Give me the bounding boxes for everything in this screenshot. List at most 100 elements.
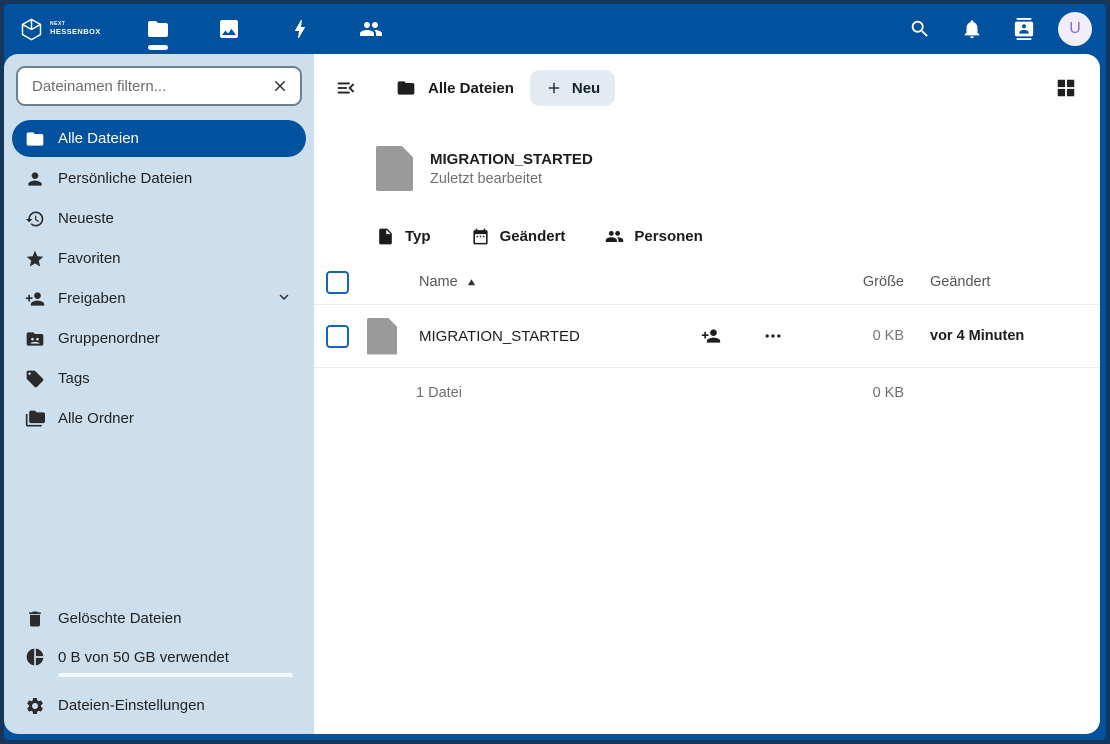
grid-view-toggle-button[interactable] [1046, 68, 1086, 108]
recent-file-card[interactable]: MIGRATION_STARTED Zuletzt bearbeitet [376, 146, 1100, 191]
contacts-book-icon [1013, 18, 1035, 40]
table-header-row: Name Größe Geändert [314, 260, 1100, 305]
grid-view-icon [1055, 77, 1077, 99]
files-icon [146, 17, 170, 41]
sidebar-item-neueste[interactable]: Neueste [12, 200, 306, 237]
sidebar-item-label: Freigaben [58, 290, 126, 307]
pie-chart-icon [25, 647, 45, 667]
history-icon [25, 209, 45, 229]
total-size: 0 KB [834, 385, 904, 401]
sort-ascending-icon [466, 277, 477, 288]
filter-chip-label: Personen [634, 228, 702, 245]
hessenbox-logo[interactable]: NEXT HESSENBOX [4, 16, 132, 43]
close-icon [271, 77, 289, 95]
file-icon [376, 146, 413, 191]
folder-icon [396, 78, 416, 98]
search-button[interactable] [902, 11, 938, 47]
sidebar-item-alle-dateien[interactable]: Alle Dateien [12, 120, 306, 157]
recent-file-subtitle: Zuletzt bearbeitet [430, 171, 593, 187]
person-icon [25, 169, 45, 189]
cube-logo-icon [18, 16, 45, 43]
storage-quota[interactable]: 0 B von 50 GB verwendet [12, 640, 306, 684]
contacts-menu-button[interactable] [1006, 11, 1042, 47]
sidebar-item-geloeschte-dateien[interactable]: Gelöschte Dateien [12, 600, 306, 637]
sidebar-item-tags[interactable]: Tags [12, 360, 306, 397]
size-column-header[interactable]: Größe [834, 274, 904, 290]
new-button[interactable]: Neu [530, 70, 615, 106]
files-app-button[interactable] [136, 4, 180, 54]
filter-chip-label: Geändert [500, 228, 566, 245]
new-button-label: Neu [572, 80, 600, 97]
sidebar-item-freigaben[interactable]: Freigaben [12, 280, 306, 317]
breadcrumb[interactable]: Alle Dateien [396, 78, 514, 98]
app-window: NEXT HESSENBOX [4, 4, 1106, 740]
sidebar-item-label: Tags [58, 370, 90, 387]
person-plus-icon [701, 326, 721, 346]
folder-icon [25, 129, 45, 149]
file-count: 1 Datei [326, 385, 462, 401]
trash-icon [25, 609, 45, 629]
person-plus-icon [25, 289, 45, 309]
sidebar-item-label: Alle Ordner [58, 410, 134, 427]
recent-file-info: MIGRATION_STARTED Zuletzt bearbeitet [430, 151, 593, 187]
main-header: Alle Dateien Neu [314, 54, 1100, 112]
file-name[interactable]: MIGRATION_STARTED [419, 328, 580, 345]
share-button[interactable] [696, 321, 726, 351]
files-main-panel: Alle Dateien Neu MIGRATION_STARTED Zulet… [314, 54, 1100, 734]
topbar-right-actions: U [902, 11, 1106, 47]
sidebar-item-label: Favoriten [58, 250, 121, 267]
filename-filter [16, 66, 302, 106]
plus-icon [545, 79, 563, 97]
user-avatar[interactable]: U [1058, 12, 1092, 46]
sidebar-item-gruppenordner[interactable]: Gruppenordner [12, 320, 306, 357]
table-summary-row: 1 Datei 0 KB [314, 368, 1100, 418]
sidebar-spacer [12, 437, 306, 600]
file-table: Name Größe Geändert MIGRATION_STARTED [314, 260, 1100, 418]
gear-icon [25, 696, 45, 716]
collapse-sidebar-button[interactable] [326, 68, 366, 108]
filter-chips: Typ Geändert Personen [376, 227, 1100, 246]
sidebar-item-dateien-einstellungen[interactable]: Dateien-Einstellungen [12, 687, 306, 724]
files-sidebar: Alle Dateien Persönliche Dateien Neueste… [4, 54, 314, 734]
file-icon [376, 227, 395, 246]
filter-chip-personen[interactable]: Personen [605, 227, 702, 246]
notifications-button[interactable] [954, 11, 990, 47]
recent-file-name: MIGRATION_STARTED [430, 151, 593, 168]
sidebar-item-label: Dateien-Einstellungen [58, 697, 205, 714]
file-modified: vor 4 Minuten [904, 328, 1070, 344]
clear-filter-button[interactable] [266, 72, 294, 100]
expand-freigaben-button[interactable] [275, 288, 293, 310]
row-menu-button[interactable] [758, 321, 788, 351]
sidebar-footer: Gelöschte Dateien 0 B von 50 GB verwende… [12, 600, 306, 724]
photos-icon [217, 17, 241, 41]
filename-filter-input[interactable] [30, 77, 266, 96]
quota-progress-bar [58, 673, 293, 677]
contacts-app-button[interactable] [349, 4, 393, 54]
sidebar-item-favoriten[interactable]: Favoriten [12, 240, 306, 277]
star-icon [25, 249, 45, 269]
activity-lightning-icon [288, 17, 312, 41]
sidebar-item-label: Gelöschte Dateien [58, 610, 181, 627]
app-switcher [136, 4, 393, 54]
content-area: Alle Dateien Persönliche Dateien Neueste… [4, 54, 1100, 734]
people-icon [359, 17, 383, 41]
photos-app-button[interactable] [207, 4, 251, 54]
activity-app-button[interactable] [278, 4, 322, 54]
sidebar-item-alle-ordner[interactable]: Alle Ordner [12, 400, 306, 437]
sidebar-item-label: Neueste [58, 210, 114, 227]
filter-chip-geaendert[interactable]: Geändert [471, 227, 566, 246]
row-checkbox[interactable] [326, 325, 349, 348]
sidebar-nav: Alle Dateien Persönliche Dateien Neueste… [12, 120, 306, 437]
file-icon [367, 318, 397, 355]
table-row[interactable]: MIGRATION_STARTED 0 KB vor 4 Minuten [314, 305, 1100, 368]
sidebar-item-label: Gruppenordner [58, 330, 160, 347]
folders-icon [25, 409, 45, 429]
people-icon [605, 227, 624, 246]
filter-chip-typ[interactable]: Typ [376, 227, 431, 246]
sidebar-item-persoenliche-dateien[interactable]: Persönliche Dateien [12, 160, 306, 197]
select-all-checkbox[interactable] [326, 271, 349, 294]
filter-chip-label: Typ [405, 228, 431, 245]
modified-column-header[interactable]: Geändert [904, 274, 1070, 290]
file-size: 0 KB [834, 328, 904, 344]
sort-by-name-header[interactable]: Name [419, 274, 477, 290]
